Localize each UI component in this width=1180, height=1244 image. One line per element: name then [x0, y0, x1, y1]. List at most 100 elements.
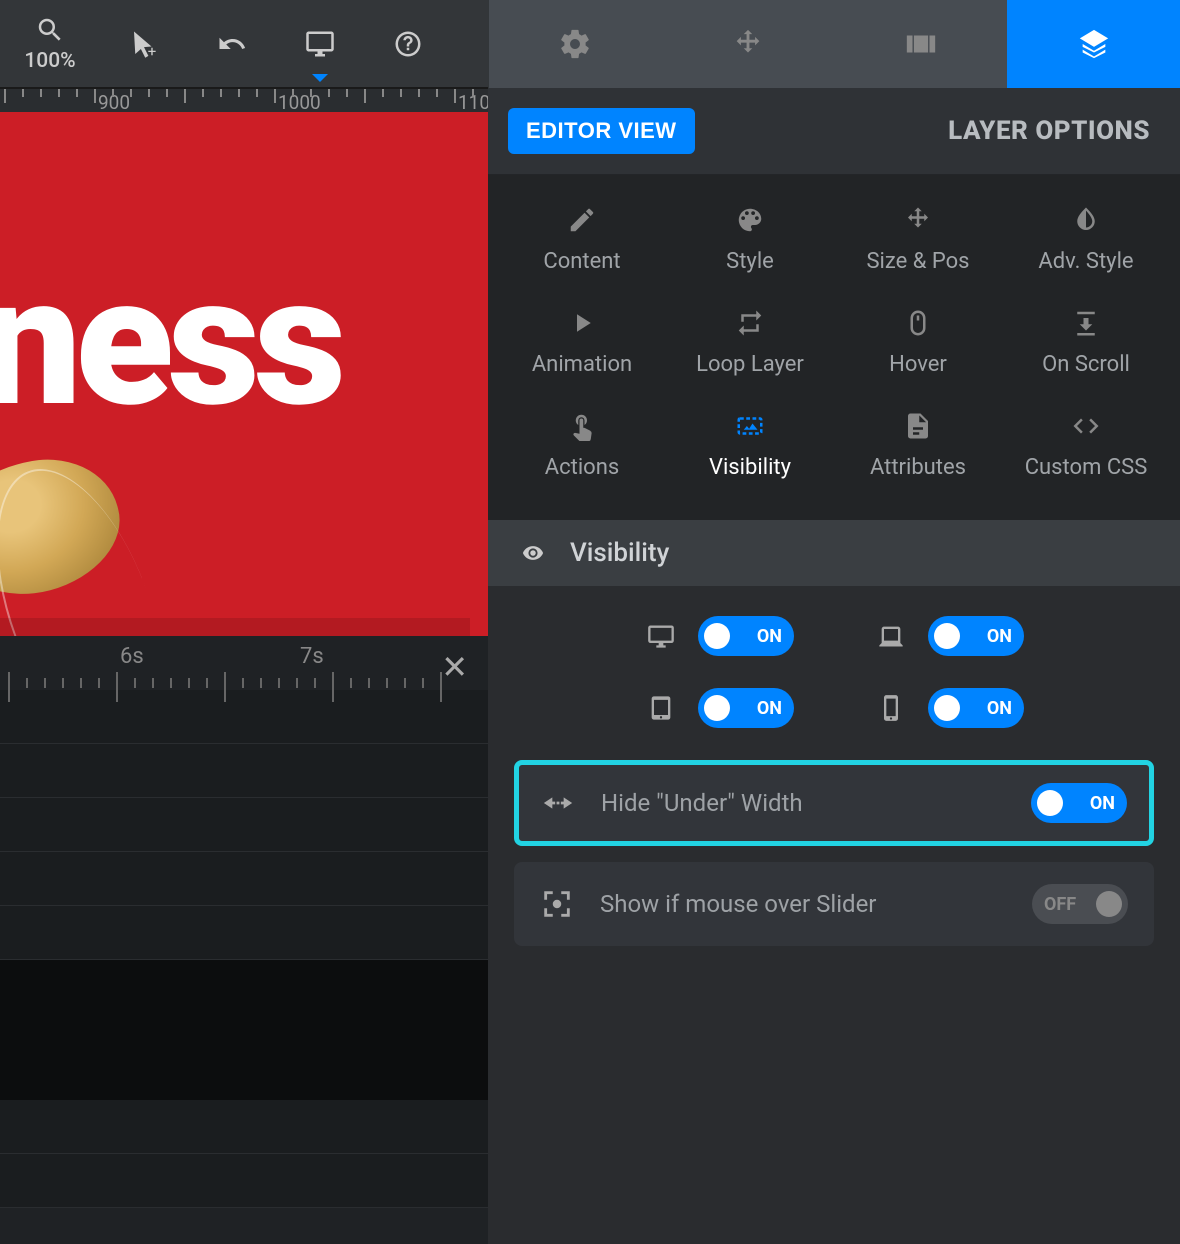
code-icon — [1071, 411, 1101, 441]
toggle-knob — [1037, 790, 1063, 816]
hide-under-toggle[interactable]: ON — [1031, 783, 1127, 823]
layer-options-label[interactable]: LAYER OPTIONS — [948, 116, 1150, 146]
option-grid: Content Style Size & Pos Adv. Style Anim… — [488, 175, 1180, 520]
tab-carousel[interactable] — [835, 0, 1008, 88]
track-row[interactable] — [0, 798, 488, 852]
canvas-shadow — [0, 618, 470, 636]
toggle-knob — [704, 623, 730, 649]
opt-custom-css[interactable]: Custom CSS — [1002, 411, 1170, 480]
desktop-icon — [305, 29, 335, 59]
ruler-mark: 900 — [98, 91, 130, 112]
file-icon — [903, 411, 933, 441]
palette-icon — [735, 205, 765, 235]
svg-text:+: + — [148, 42, 157, 59]
carousel-icon — [904, 27, 938, 61]
toolbar-left: 100% + — [0, 0, 488, 88]
track-row[interactable] — [0, 1100, 488, 1154]
mouse-over-label: Show if mouse over Slider — [600, 890, 1006, 918]
opt-actions[interactable]: Actions — [498, 411, 666, 480]
opt-style[interactable]: Style — [666, 205, 834, 274]
touch-icon — [567, 411, 597, 441]
visibility-title: Visibility — [570, 538, 669, 568]
zoom-level: 100% — [24, 49, 75, 73]
device-toggle-row: ON ON — [514, 616, 1154, 656]
visibility-icon — [735, 411, 765, 441]
track-gap — [0, 960, 488, 1100]
track-row[interactable] — [0, 852, 488, 906]
opt-attributes[interactable]: Attributes — [834, 411, 1002, 480]
help-tool[interactable] — [364, 0, 452, 88]
invert-icon — [1071, 205, 1101, 235]
tablet-toggle-pair: ON — [644, 688, 794, 728]
track-row[interactable] — [0, 744, 488, 798]
gear-icon — [558, 27, 592, 61]
timeline-tracks — [0, 690, 488, 1208]
tablet-toggle[interactable]: ON — [698, 688, 794, 728]
opt-adv-style[interactable]: Adv. Style — [1002, 205, 1170, 274]
cursor-tool[interactable]: + — [100, 0, 188, 88]
time-mark: 6s — [120, 644, 144, 669]
track-row[interactable] — [0, 690, 488, 744]
help-icon — [393, 29, 423, 59]
panel-header: EDITOR VIEW LAYER OPTIONS — [488, 88, 1180, 175]
desktop-icon — [644, 622, 678, 650]
laptop-icon — [874, 622, 908, 650]
undo-tool[interactable] — [188, 0, 276, 88]
horizontal-ruler: 900 1000 1100 — [0, 88, 488, 112]
desktop-toggle-pair: ON — [644, 616, 794, 656]
time-mark: 7s — [300, 644, 324, 669]
move-icon — [903, 205, 933, 235]
phone-toggle-pair: ON — [874, 688, 1024, 728]
mouse-over-row: Show if mouse over Slider OFF — [514, 862, 1154, 946]
zoom-tool[interactable]: 100% — [0, 0, 100, 88]
toggle-knob — [1096, 891, 1122, 917]
timeline: 6s 7s ✕ — [0, 636, 488, 1244]
curve-graphic — [0, 447, 197, 636]
toggle-knob — [704, 695, 730, 721]
toolbar-right-tabs — [488, 0, 1180, 88]
left-column: 900 1000 1100 ness 6s 7s ✕ — [0, 88, 488, 1244]
tab-arrows[interactable] — [662, 0, 835, 88]
eye-icon — [518, 542, 548, 564]
laptop-toggle-pair: ON — [874, 616, 1024, 656]
focus-icon — [540, 887, 574, 921]
download-icon — [1071, 308, 1101, 338]
right-panel: EDITOR VIEW LAYER OPTIONS Content Style … — [488, 88, 1180, 1244]
undo-icon — [217, 29, 247, 59]
tablet-icon — [644, 694, 678, 722]
devices-tool[interactable] — [276, 0, 364, 88]
opt-visibility[interactable]: Visibility — [666, 411, 834, 480]
editor-view-button[interactable]: EDITOR VIEW — [508, 108, 695, 154]
top-toolbar: 100% + — [0, 0, 1180, 88]
track-row[interactable] — [0, 906, 488, 960]
track-row[interactable] — [0, 1154, 488, 1208]
move-icon — [731, 27, 765, 61]
hide-under-width-row: Hide "Under" Width ON — [514, 760, 1154, 846]
toggle-knob — [934, 695, 960, 721]
visibility-section-header[interactable]: Visibility — [488, 520, 1180, 586]
toggle-knob — [934, 623, 960, 649]
opt-content[interactable]: Content — [498, 205, 666, 274]
opt-loop-layer[interactable]: Loop Layer — [666, 308, 834, 377]
opt-size-pos[interactable]: Size & Pos — [834, 205, 1002, 274]
canvas-text: ness — [0, 252, 340, 432]
phone-toggle[interactable]: ON — [928, 688, 1024, 728]
device-toggle-row: ON ON — [514, 688, 1154, 728]
width-icon — [541, 786, 575, 820]
laptop-toggle[interactable]: ON — [928, 616, 1024, 656]
main-area: 900 1000 1100 ness 6s 7s ✕ — [0, 88, 1180, 1244]
visibility-body: ON ON ON ON Hide "Under" Wid — [488, 586, 1180, 1244]
mouse-over-toggle[interactable]: OFF — [1032, 884, 1128, 924]
desktop-toggle[interactable]: ON — [698, 616, 794, 656]
timeline-ruler[interactable]: 6s 7s ✕ — [0, 636, 488, 690]
tab-settings[interactable] — [488, 0, 662, 88]
ruler-mark: 1000 — [278, 91, 321, 112]
opt-hover[interactable]: Hover — [834, 308, 1002, 377]
pencil-icon — [567, 205, 597, 235]
opt-animation[interactable]: Animation — [498, 308, 666, 377]
close-icon[interactable]: ✕ — [441, 648, 468, 686]
canvas-preview[interactable]: ness — [0, 112, 488, 636]
tab-layers[interactable] — [1007, 0, 1180, 88]
opt-on-scroll[interactable]: On Scroll — [1002, 308, 1170, 377]
phone-icon — [874, 694, 908, 722]
